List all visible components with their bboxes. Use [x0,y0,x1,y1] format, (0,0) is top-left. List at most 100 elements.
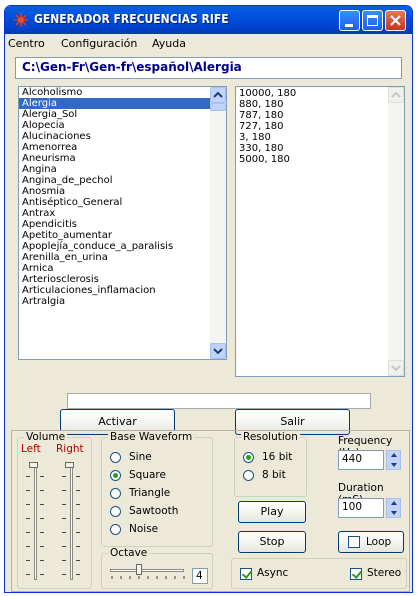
octave-slider[interactable] [108,564,188,584]
scroll-down-button[interactable] [210,343,226,359]
waveform-label: Base Waveform [108,431,195,443]
list-item[interactable]: 10000, 180 [236,88,404,99]
chevron-up-icon [391,91,401,98]
frequency-input[interactable]: 440 [338,450,384,470]
list-item[interactable]: Arteriosclerosis [19,274,211,285]
list-item[interactable]: Antrax [19,208,211,219]
maximize-button[interactable] [362,10,383,31]
menu-centro[interactable]: Centro [8,37,45,50]
virus-icon [14,13,28,27]
spin-down-icon [391,511,397,515]
loop-toggle[interactable]: Loop [338,531,404,553]
freq-scroll-down-button[interactable] [388,360,404,376]
resolution-8bit-radio[interactable] [243,470,254,481]
minimize-icon [345,24,353,27]
octave-value[interactable]: 4 [192,568,208,584]
list-item[interactable]: Alucinaciones [19,131,211,142]
list-item[interactable]: Amenorrea [19,142,211,153]
frequencies-scrollbar[interactable] [388,87,404,376]
resolution-group: Resolution 16 bit 8 bit [234,431,307,497]
octave-label: Octave [108,547,150,559]
close-icon [390,15,401,26]
waveform-sine-radio[interactable] [110,452,121,463]
resolution-16bit-label: 16 bit [262,451,293,463]
list-item[interactable]: Alopecia [19,120,211,131]
duration-spinner[interactable] [386,498,401,518]
waveform-sawtooth-radio[interactable] [110,506,121,517]
freq-scroll-up-button[interactable] [388,87,404,103]
left-channel-label: Left [21,443,41,455]
options-group: Async Stereo [231,558,407,589]
menu-configuracion[interactable]: Configuración [61,37,137,50]
list-item[interactable]: 880, 180 [236,99,404,110]
list-item[interactable]: Anosmia [19,186,211,197]
waveform-triangle-radio[interactable] [110,488,121,499]
list-item[interactable]: Apendicitis [19,219,211,230]
async-label: Async [257,567,289,579]
waveform-square-radio[interactable] [110,470,121,481]
list-item[interactable]: Aneurisma [19,153,211,164]
frequencies-list[interactable]: 10000, 180 880, 180 787, 180 727, 180 3, 180… [235,86,405,377]
right-volume-slider[interactable] [62,462,86,584]
spin-up-icon [391,453,397,457]
waveform-square-label: Square [129,469,166,481]
duration-input[interactable]: 100 [338,498,384,518]
list-item[interactable]: 727, 180 [236,121,404,132]
app-window: GENERADOR FRECUENCIAS RIFE Centro Config… [4,5,413,593]
async-checkbox[interactable] [240,568,252,580]
resolution-16bit-radio[interactable] [243,452,254,463]
waveform-sine-label: Sine [129,451,152,463]
loop-checkbox[interactable] [348,536,360,548]
chevron-up-icon [213,91,223,98]
waveform-noise-label: Noise [129,523,159,535]
minimize-button[interactable] [339,10,360,31]
scroll-up-button[interactable] [210,87,226,103]
list-item[interactable]: 787, 180 [236,110,404,121]
waveform-group: Base Waveform Sine Square Triangle Sawto… [101,431,213,547]
frequency-spinner[interactable] [386,450,401,470]
chevron-down-icon [213,348,223,355]
spin-up-icon [391,501,397,505]
progress-bar [67,393,371,409]
list-item[interactable]: Alcoholismo [19,87,211,98]
resolution-8bit-label: 8 bit [262,469,286,481]
list-item[interactable]: Apoplejía_conduce_a_paralisis [19,241,211,252]
resolution-label: Resolution [241,431,300,443]
waveform-sawtooth-label: Sawtooth [129,505,179,517]
chevron-down-icon [391,365,401,372]
spin-down-icon [391,463,397,467]
scroll-thumb[interactable] [210,103,226,111]
list-item[interactable]: 330, 180 [236,143,404,154]
play-button[interactable]: Play [238,501,306,523]
window-title: GENERADOR FRECUENCIAS RIFE [34,12,229,26]
list-item[interactable]: Artralgia [19,296,211,307]
menu-ayuda[interactable]: Ayuda [152,37,186,50]
left-volume-slider[interactable] [26,462,50,584]
loop-label: Loop [366,536,392,548]
list-item[interactable]: Arenilla_en_urina [19,252,211,263]
audio-panel: Volume Left Right Base Waveform Sine Squ [11,430,410,592]
list-item[interactable]: Alergia [19,98,211,109]
close-button[interactable] [385,10,406,31]
list-item[interactable]: Alergia_Sol [19,109,211,120]
volume-group: Volume Left Right [17,431,92,589]
list-item[interactable]: Articulaciones_inflamacion [19,285,211,296]
octave-group: Octave 4 [101,547,213,589]
list-item[interactable]: Arnica [19,263,211,274]
list-item[interactable]: 3, 180 [236,132,404,143]
volume-label: Volume [24,431,68,443]
conditions-list[interactable]: Alcoholismo Alergia Alergia_Sol Alopecia Alu… [18,86,227,360]
conditions-scrollbar[interactable] [210,87,226,359]
stereo-checkbox[interactable] [350,568,362,580]
stop-button[interactable]: Stop [238,531,306,553]
list-item[interactable]: Apetito_aumentar [19,230,211,241]
title-bar[interactable]: GENERADOR FRECUENCIAS RIFE [5,6,412,34]
path-display: C:\Gen-Fr\Gen-fr\español\Alergia [15,57,402,79]
list-item[interactable]: Angina [19,164,211,175]
waveform-noise-radio[interactable] [110,524,121,535]
maximize-icon [367,15,378,26]
list-item[interactable]: 5000, 180 [236,154,404,165]
menu-bar: Centro Configuración Ayuda [5,34,412,54]
list-item[interactable]: Angina_de_pechol [19,175,211,186]
list-item[interactable]: Antiséptico_General [19,197,211,208]
